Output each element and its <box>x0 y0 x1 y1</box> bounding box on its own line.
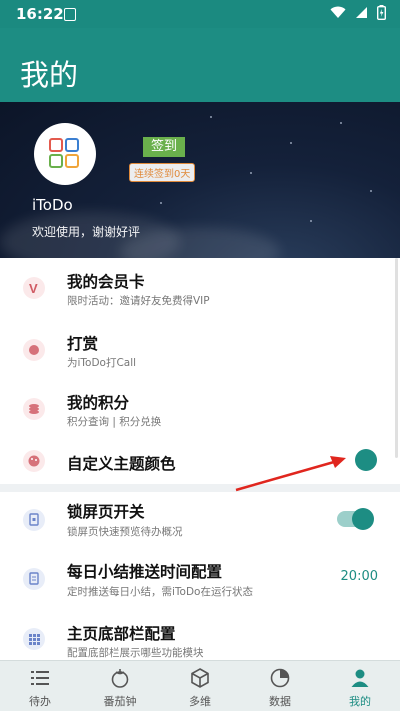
tab-pomodoro[interactable]: 番茄钟 <box>80 661 160 711</box>
theme-color-swatch[interactable] <box>355 449 377 471</box>
page-title: 我的 <box>20 58 79 92</box>
app-name: iToDo <box>32 196 73 214</box>
menu-item-title: 每日小结推送时间配置 <box>67 563 223 581</box>
notification-icon <box>64 8 76 21</box>
menu-item-title: 主页底部栏配置 <box>67 625 176 643</box>
status-icons <box>330 5 386 20</box>
vip-icon: V <box>23 277 45 299</box>
status-time: 16:22 <box>16 5 64 23</box>
tab-data[interactable]: 数据 <box>240 661 320 711</box>
battery-icon <box>377 5 386 20</box>
menu-item-subtitle: 定时推送每日小结，需iToDo在运行状态 <box>67 586 253 598</box>
menu-item-subtitle: 锁屏页快速预览待办概况 <box>67 526 183 538</box>
menu-item-lockscreen[interactable]: 锁屏页开关 锁屏页快速预览待办概况 <box>0 492 400 548</box>
tab-todo[interactable]: 待办 <box>0 661 80 711</box>
tab-mine[interactable]: 我的 <box>320 661 400 711</box>
pie-chart-icon <box>270 668 290 688</box>
menu-item-title: 我的会员卡 <box>67 273 145 291</box>
user-icon <box>351 669 369 687</box>
coin-icon <box>23 339 45 361</box>
bottom-tab-bar: 待办 番茄钟 多维 数据 我的 <box>0 660 400 711</box>
menu-item-points[interactable]: 我的积分 积分查询 | 积分兑换 <box>0 382 400 438</box>
avatar[interactable] <box>34 123 96 185</box>
signin-streak-badge: 连续签到0天 <box>129 163 196 182</box>
signal-icon <box>356 7 367 18</box>
tomato-icon <box>111 669 129 688</box>
menu-item-subtitle: 限时活动：邀请好友免费得VIP <box>67 295 210 307</box>
wifi-icon <box>330 6 346 18</box>
tab-label: 我的 <box>349 695 371 708</box>
menu-item-title: 自定义主题颜色 <box>67 455 176 473</box>
app-bar: 我的 <box>0 28 400 102</box>
lockscreen-icon <box>23 509 45 531</box>
list-icon <box>31 671 49 685</box>
menu-item-daily-summary[interactable]: 每日小结推送时间配置 定时推送每日小结，需iToDo在运行状态 20:00 <box>0 548 400 610</box>
svg-text:V: V <box>29 281 38 296</box>
menu-item-subtitle: 积分查询 | 积分兑换 <box>67 416 162 428</box>
cube-icon <box>191 668 209 688</box>
toggle-knob <box>352 508 374 530</box>
summary-icon <box>23 568 45 590</box>
summary-time-value[interactable]: 20:00 <box>341 569 378 584</box>
signin-button[interactable]: 签到 <box>143 137 185 157</box>
scrollbar[interactable] <box>395 258 398 458</box>
menu-item-vip-card[interactable]: V 我的会员卡 限时活动：邀请好友免费得VIP <box>0 258 400 320</box>
palette-icon <box>23 450 45 472</box>
welcome-text: 欢迎使用，谢谢好评 <box>32 225 141 239</box>
tab-label: 数据 <box>269 695 291 708</box>
menu-item-subtitle: 配置底部栏展示哪些功能模块 <box>67 647 204 659</box>
menu-item-bottom-bar-config[interactable]: 主页底部栏配置 配置底部栏展示哪些功能模块 <box>0 610 400 660</box>
tab-multidimension[interactable]: 多维 <box>160 661 240 711</box>
menu-item-reward[interactable]: 打赏 为iToDo打Call <box>0 320 400 382</box>
points-icon <box>23 398 45 420</box>
tab-label: 待办 <box>29 695 51 708</box>
grid-icon <box>23 628 45 650</box>
menu-item-subtitle: 为iToDo打Call <box>67 357 137 369</box>
tab-label: 多维 <box>189 695 211 708</box>
profile-header: 签到 连续签到0天 iToDo 欢迎使用，谢谢好评 <box>0 102 400 258</box>
annotation-arrow-icon <box>235 456 346 492</box>
tab-label: 番茄钟 <box>103 695 137 708</box>
menu-item-title: 锁屏页开关 <box>67 503 145 521</box>
menu-item-title: 我的积分 <box>67 394 130 412</box>
menu-item-title: 打赏 <box>67 335 99 353</box>
status-bar: 16:22 <box>0 0 400 28</box>
